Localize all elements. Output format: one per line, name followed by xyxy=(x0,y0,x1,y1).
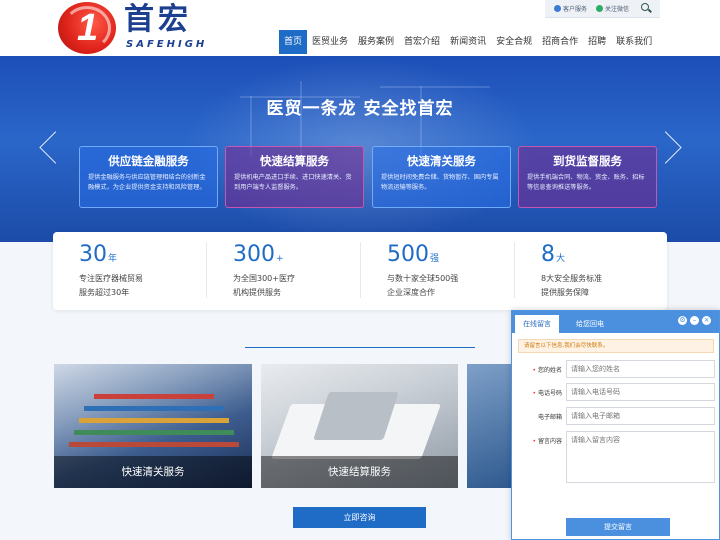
section-divider xyxy=(245,347,475,348)
service-tile-label: 快速结算服务 xyxy=(261,456,458,488)
site-logo[interactable]: 1 首宏 SAFEHIGH xyxy=(58,2,218,54)
nav-home[interactable]: 首页 xyxy=(279,30,308,54)
email-field[interactable] xyxy=(566,407,715,425)
service-card-settlement[interactable]: 快速结算服务 提供机电产品进口手续、进口快速清关、货到用户端专人监督服务。 xyxy=(225,146,364,208)
site-header: 1 首宏 SAFEHIGH 客户服务 关注微信 首页 医贸业务 服务案例 首宏介… xyxy=(0,0,720,56)
wechat-link[interactable]: 关注微信 xyxy=(596,5,629,14)
tab-callback[interactable]: 给您回电 xyxy=(568,315,612,333)
carousel-prev-icon[interactable] xyxy=(36,128,56,168)
widget-header: 在线留言 给您回电 ⚙ – × xyxy=(512,311,719,333)
close-icon[interactable]: × xyxy=(702,316,711,325)
message-field[interactable] xyxy=(566,431,715,483)
customer-service-link[interactable]: 客户服务 xyxy=(554,5,587,14)
minimize-icon[interactable]: – xyxy=(690,316,699,325)
nav-cases[interactable]: 服务案例 xyxy=(353,30,399,54)
widget-notice: 请留言以下信息,我们会尽快联系。 xyxy=(518,339,714,353)
nav-contact[interactable]: 联系我们 xyxy=(611,30,657,54)
nav-about[interactable]: 首宏介绍 xyxy=(399,30,445,54)
logo-badge-icon: 1 xyxy=(58,2,116,54)
phone-field[interactable] xyxy=(566,383,715,401)
nav-partnership[interactable]: 招商合作 xyxy=(537,30,583,54)
nav-compliance[interactable]: 安全合规 xyxy=(491,30,537,54)
headset-icon xyxy=(554,5,561,12)
service-card-customs[interactable]: 快速清关服务 提供短时间免费合储、货物暂存、国内专属物流运输等服务。 xyxy=(372,146,511,208)
service-tile-settlement[interactable]: 快速结算服务 xyxy=(261,364,458,488)
tab-leave-message[interactable]: 在线留言 xyxy=(515,315,559,333)
stat-standards: 8大 8大安全服务标准 提供服务保障 xyxy=(541,242,603,297)
search-icon[interactable] xyxy=(641,3,651,13)
service-tile-customs[interactable]: 快速清关服务 xyxy=(54,364,252,488)
hero-banner: 医贸一条龙 安全找首宏 供应链金融服务 提供金融服务与供应链管理相结合的创新金融… xyxy=(0,56,720,242)
message-widget: 在线留言 给您回电 ⚙ – × 请留言以下信息,我们会尽快联系。 • 您的姓名 … xyxy=(511,310,720,540)
settings-icon[interactable]: ⚙ xyxy=(678,316,687,325)
logo-text-cn: 首宏 xyxy=(124,2,192,37)
nav-news[interactable]: 新闻资讯 xyxy=(445,30,491,54)
nav-medical-trade[interactable]: 医贸业务 xyxy=(307,30,353,54)
main-nav: 首页 医贸业务 服务案例 首宏介绍 新闻资讯 安全合规 招商合作 招聘 联系我们 xyxy=(279,30,657,54)
service-tile-label: 快速清关服务 xyxy=(54,456,252,488)
service-card-supervision[interactable]: 到货监督服务 提供手机端合同、物流、资金、账务、招标等信息查询推送等服务。 xyxy=(518,146,657,208)
carousel-next-icon[interactable] xyxy=(664,128,684,168)
stats-panel: 30年 专注医疗器械贸易 服务超过30年 300+ 为全国300+医疗 机构提供… xyxy=(53,232,667,310)
logo-text-en: SAFEHIGH xyxy=(126,39,208,50)
consult-now-button[interactable]: 立即咨询 xyxy=(293,507,426,528)
nav-jobs[interactable]: 招聘 xyxy=(583,30,611,54)
wechat-icon xyxy=(596,5,603,12)
service-tile-partial[interactable] xyxy=(467,364,512,488)
banner-title: 医贸一条龙 安全找首宏 xyxy=(266,99,454,119)
name-field[interactable] xyxy=(566,360,715,378)
submit-message-button[interactable]: 提交留言 xyxy=(566,518,670,536)
top-utility-bar: 客户服务 关注微信 xyxy=(545,0,660,18)
service-card-finance[interactable]: 供应链金融服务 提供金融服务与供应链管理相结合的创新金融模式，为企业提供资金支持… xyxy=(79,146,218,208)
